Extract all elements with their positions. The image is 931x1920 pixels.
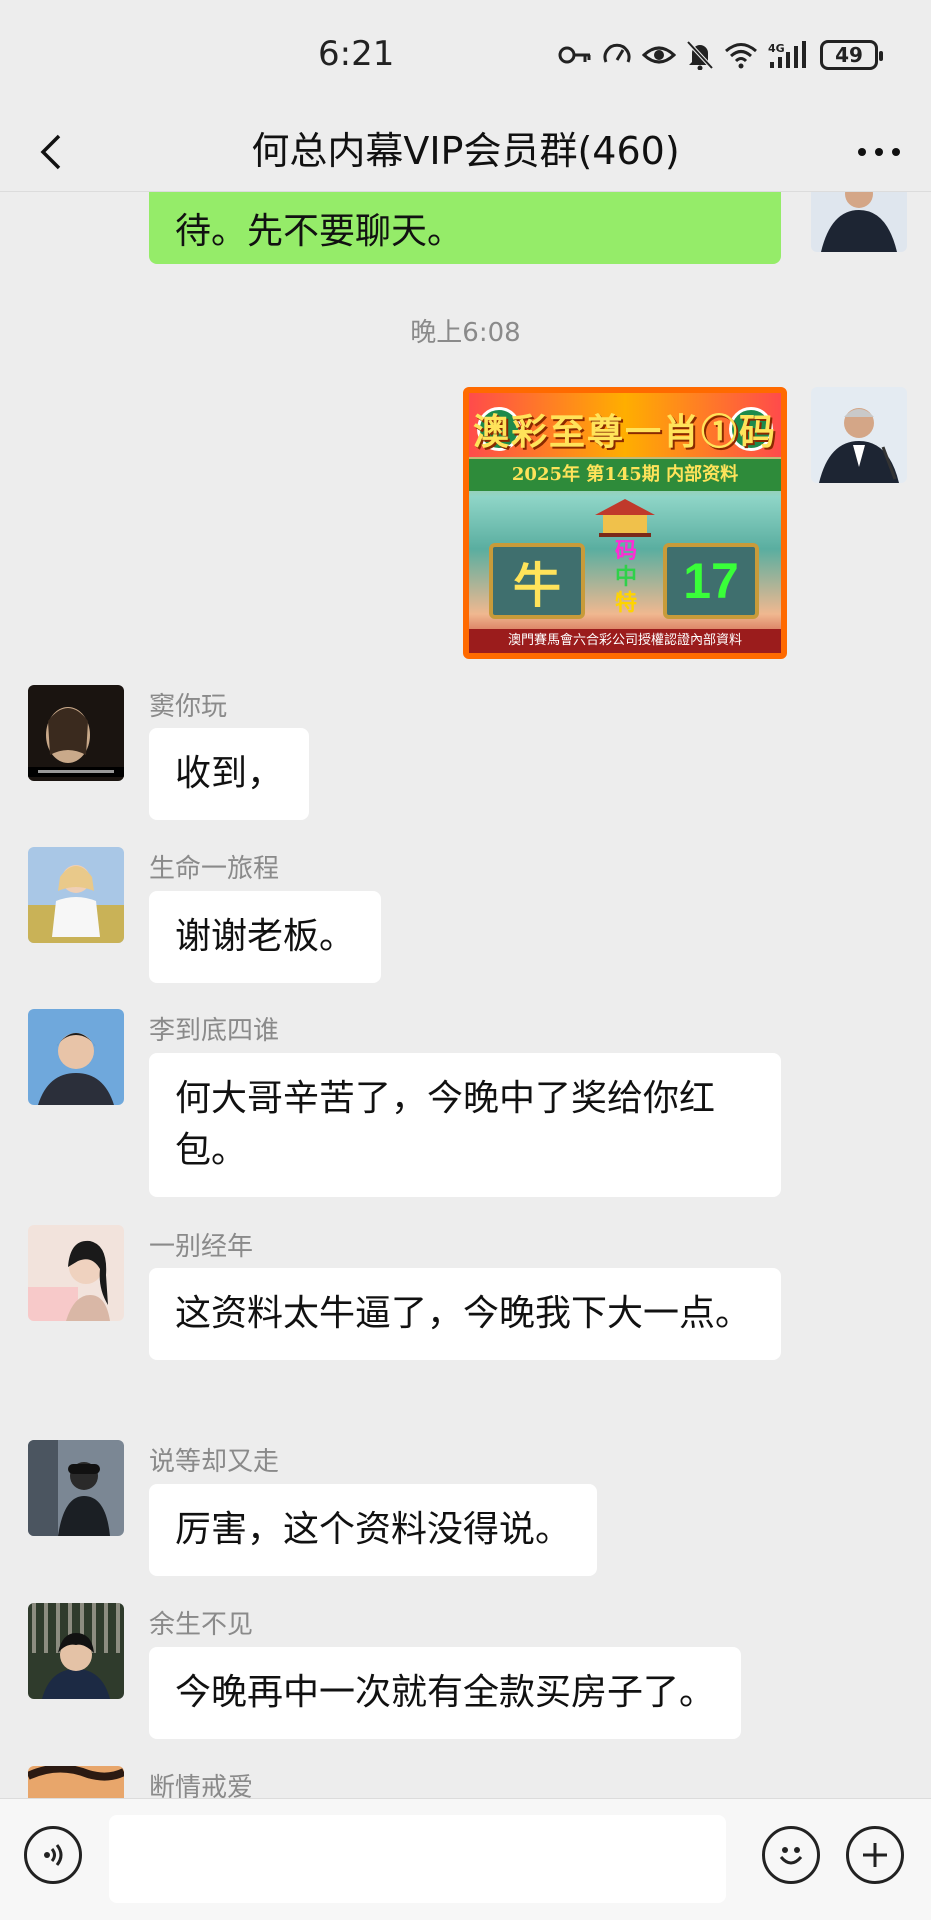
input-bar (0, 1798, 931, 1920)
poster-middle-char: 中 (614, 565, 637, 590)
poster-number: 17 (683, 553, 739, 609)
poster-zodiac: 牛 (512, 558, 561, 614)
emoji-icon (779, 1847, 803, 1865)
incoming-message-bubble[interactable]: 厉害，这个资料没得说。 (149, 1484, 598, 1576)
sender-avatar[interactable] (28, 1603, 124, 1699)
sender-name: 说等却又走 (149, 1447, 280, 1477)
incoming-message-bubble[interactable]: 谢谢老板。 (149, 891, 382, 983)
more-dots-icon (858, 148, 900, 156)
sender-name: 生命一旅程 (149, 854, 280, 884)
sender-name: 余生不见 (149, 1610, 254, 1640)
battery-level: 49 (835, 43, 863, 67)
incoming-message-text: 这资料太牛逼了，今晚我下大一点。 (175, 1293, 752, 1334)
sender-avatar[interactable] (28, 1009, 124, 1105)
status-time: 6:21 (318, 34, 395, 74)
key-icon (558, 42, 592, 68)
incoming-message-bubble[interactable]: 收到， (149, 728, 310, 820)
incoming-message-bubble[interactable]: 何大哥辛苦了，今晚中了奖给你红包。 (149, 1053, 781, 1197)
sender-avatar[interactable] (28, 1440, 124, 1536)
poster-zodiac-box: 牛 (489, 543, 585, 619)
signal-4g-icon: 4G (768, 40, 810, 70)
chat-title: 何总内幕VIP会员群(460) (251, 129, 680, 173)
battery-icon: 49 (820, 40, 883, 70)
poster-middle-char: 码 (614, 539, 637, 564)
poster-title: 澳彩至尊一肖①码 (472, 411, 777, 453)
outgoing-message-text: 待。先不要聊天。 (175, 211, 464, 252)
plus-icon (863, 1843, 887, 1867)
incoming-message-bubble[interactable]: 这资料太牛逼了，今晚我下大一点。 (149, 1268, 781, 1360)
outgoing-image-message[interactable]: 澳彩至尊一肖①码 2025年 第145期 内部资料 牛 码 中 特 17 澳門賽… (463, 387, 787, 659)
wifi-icon (724, 41, 758, 69)
incoming-message-text: 厉害，这个资料没得说。 (175, 1509, 572, 1550)
incoming-message-text: 收到， (175, 753, 284, 794)
message-timestamp: 晚上6:08 (410, 318, 521, 348)
temple-icon (595, 499, 655, 537)
sender-name: 李到底四谁 (149, 1016, 280, 1046)
speedometer-icon (602, 40, 632, 70)
svg-text:4G: 4G (768, 42, 785, 55)
voice-icon (44, 1844, 63, 1866)
sender-avatar[interactable] (28, 1766, 124, 1798)
chat-area[interactable]: 待。先不要聊天。 晚上6:08 澳彩至尊一肖①码 2025年 第145期 内部资… (0, 192, 931, 1798)
poster-middle-chars: 码 中 特 (609, 539, 643, 617)
plus-button[interactable] (846, 1826, 904, 1884)
sender-avatar[interactable] (28, 1225, 124, 1321)
poster-number-box: 17 (663, 543, 759, 619)
incoming-message-text: 何大哥辛苦了，今晚中了奖给你红包。 (175, 1078, 716, 1171)
poster-footer: 澳門賽馬會六合彩公司授權認證內部資料 (469, 629, 781, 653)
status-icons: 4G 49 (558, 36, 883, 74)
sender-name: 窦你玩 (149, 692, 228, 722)
emoji-button[interactable] (762, 1826, 820, 1884)
sender-name: 断情戒爱 (149, 1773, 254, 1798)
eye-icon (642, 43, 676, 67)
message-input[interactable] (109, 1815, 726, 1903)
incoming-message-text: 谢谢老板。 (175, 916, 356, 957)
outgoing-message-bubble[interactable]: 待。先不要聊天。 (149, 192, 781, 264)
incoming-message-text: 今晚再中一次就有全款买房子了。 (175, 1672, 716, 1713)
status-bar: 6:21 4G 49 (0, 0, 931, 110)
voice-button[interactable] (24, 1826, 82, 1884)
self-avatar[interactable] (811, 192, 907, 252)
sender-avatar[interactable] (28, 685, 124, 781)
chat-header: 何总内幕VIP会员群(460) (0, 110, 931, 192)
bell-off-icon (686, 40, 714, 70)
poster-subtitle: 2025年 第145期 内部资料 (469, 459, 781, 491)
more-button[interactable] (845, 124, 913, 180)
incoming-message-bubble[interactable]: 今晚再中一次就有全款买房子了。 (149, 1647, 742, 1739)
self-avatar[interactable] (811, 387, 907, 483)
poster-middle-char: 特 (614, 591, 637, 616)
sender-name: 一别经年 (149, 1232, 254, 1262)
sender-avatar[interactable] (28, 847, 124, 943)
